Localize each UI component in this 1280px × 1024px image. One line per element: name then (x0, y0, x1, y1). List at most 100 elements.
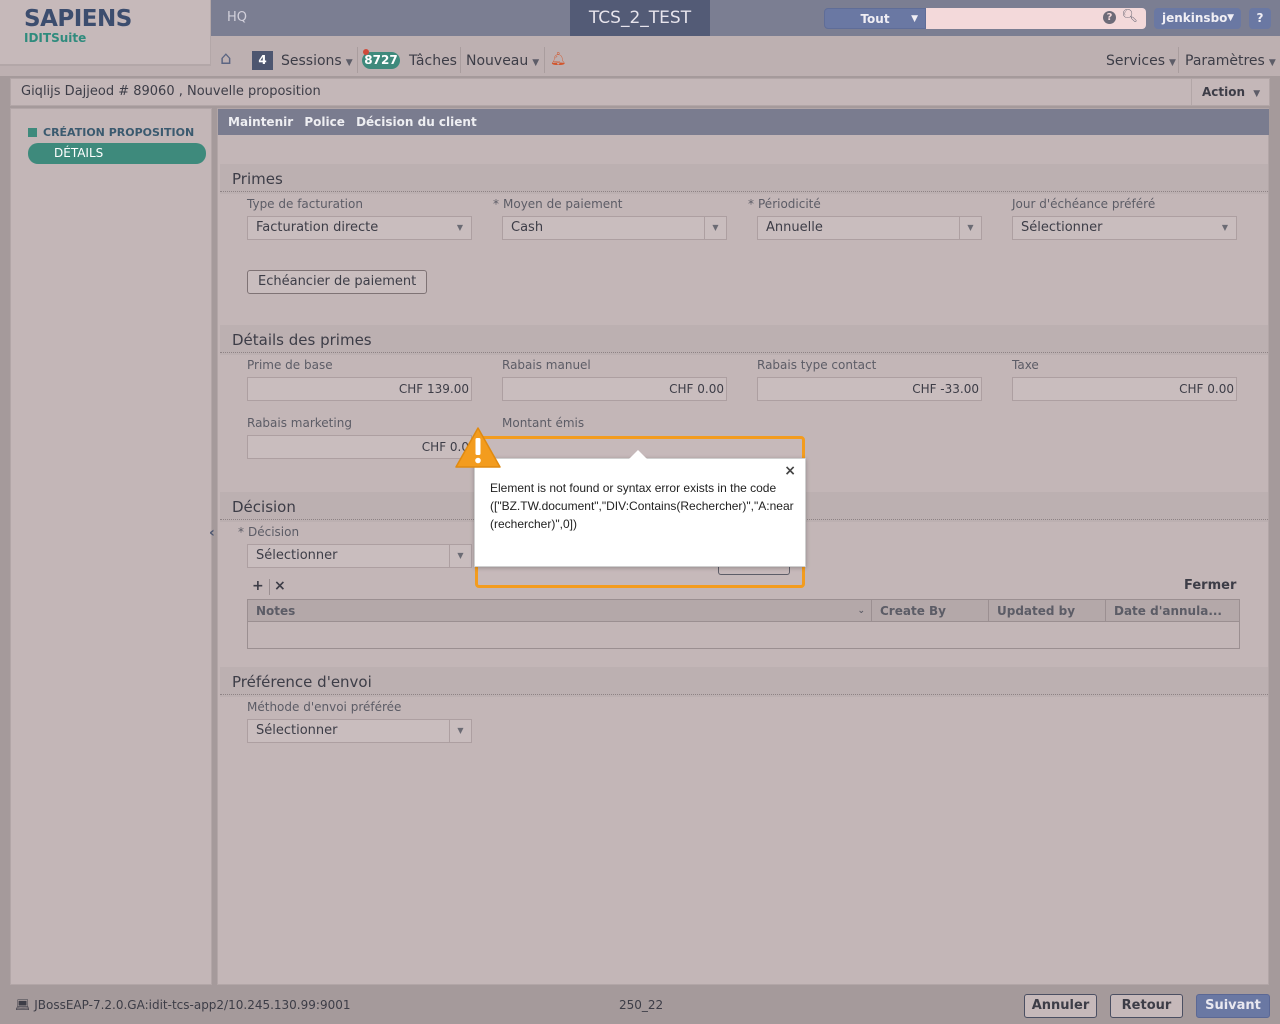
chevron-down-icon: ▼ (959, 217, 981, 239)
billing-type-label: Type de facturation (247, 197, 363, 211)
due-day-label: Jour d'échéance préféré (1012, 197, 1156, 211)
divider (220, 694, 1268, 695)
billing-type-select[interactable]: Facturation directe ▼ (247, 216, 472, 240)
payment-method-label-text: Moyen de paiement (503, 197, 623, 211)
manual-discount-field[interactable]: CHF 0.00 (502, 377, 727, 401)
logo[interactable]: SAPIENS IDITSuite (0, 0, 211, 66)
base-premium-field: CHF 139.00 (247, 377, 472, 401)
chevron-down-icon: ▼ (532, 58, 540, 68)
chevron-down-icon: ▼ (345, 58, 353, 68)
periodicity-label: * Périodicité (748, 197, 821, 211)
decision-label-text: Décision (248, 525, 300, 539)
nav-divider (1178, 47, 1179, 73)
periodicity-select[interactable]: Annuelle ▼ (757, 216, 982, 240)
server-text: JBossEAP-7.2.0.GA:idit-tcs-app2/10.245.1… (34, 998, 351, 1012)
user-menu[interactable]: jenkinsbo ▼ (1154, 8, 1241, 29)
cancel-button[interactable]: Annuler (1024, 994, 1097, 1018)
column-updated-by[interactable]: Updated by (989, 600, 1106, 622)
nav-divider (357, 47, 358, 73)
search-input[interactable]: ? 🔍︎ (926, 8, 1146, 29)
nav-divider (460, 47, 461, 73)
search-scope-label: Tout (860, 12, 890, 26)
contact-discount-field: CHF -33.00 (757, 377, 982, 401)
next-button[interactable]: Suivant (1196, 994, 1270, 1018)
periodicity-value: Annuelle (766, 220, 823, 235)
new-label: Nouveau (466, 53, 529, 69)
chevron-down-icon[interactable]: ⌄ (857, 600, 865, 622)
tasks-count-badge[interactable]: 8727 (362, 52, 400, 69)
home-icon[interactable]: ⌂ (220, 48, 231, 69)
services-label: Services (1106, 53, 1166, 69)
breadcrumb-item[interactable]: Police (304, 115, 345, 129)
new-menu[interactable]: Nouveau ▼ (466, 53, 539, 69)
payment-method-label: * Moyen de paiement (493, 197, 622, 211)
divider (220, 191, 1268, 192)
action-menu[interactable]: Action ▼ (1191, 79, 1269, 105)
section-heading-delivery: Préférence d'envoi (232, 673, 372, 691)
marketing-discount-label: Rabais marketing (247, 416, 352, 430)
required-mark: * (238, 525, 244, 539)
column-create-by[interactable]: Create By (872, 600, 989, 622)
services-menu[interactable]: Services ▼ (1106, 53, 1176, 69)
notification-dot (363, 49, 369, 55)
tooltip-arrow (629, 450, 647, 459)
notes-table-header: Notes ⌄ Create By Updated by Date d'annu… (248, 600, 1239, 622)
policy-title: Giqlijs Dajjeod # 89060 , Nouvelle propo… (21, 84, 321, 99)
logo-sub-text: IDITSuite (24, 31, 87, 45)
chevron-down-icon: ▼ (1169, 58, 1176, 68)
decision-select[interactable]: Sélectionner ▼ (247, 544, 472, 568)
delivery-method-label: Méthode d'envoi préférée (247, 700, 402, 714)
required-mark: * (748, 197, 754, 211)
sidebar-item-details[interactable]: DÉTAILS (28, 143, 206, 164)
billing-type-value: Facturation directe (256, 220, 379, 235)
add-note-button[interactable]: + (252, 578, 264, 594)
due-day-value: Sélectionner (1021, 220, 1103, 235)
periodicity-label-text: Périodicité (758, 197, 821, 211)
section-heading-primes: Primes (232, 170, 283, 188)
chevron-down-icon: ▼ (1221, 223, 1229, 232)
payment-schedule-button[interactable]: Echéancier de paiement (247, 270, 428, 294)
bell-icon[interactable]: 🔔︎ (550, 52, 567, 67)
chevron-down-icon: ▼ (456, 223, 464, 232)
payment-method-select[interactable]: Cash ▼ (502, 216, 727, 240)
hq-label[interactable]: HQ (227, 10, 247, 25)
help-button[interactable]: ? (1249, 8, 1271, 29)
section-heading-decision: Décision (232, 498, 296, 516)
due-day-select[interactable]: Sélectionner ▼ (1012, 216, 1237, 240)
search-icon[interactable]: 🔍︎ (1121, 9, 1138, 24)
column-notes[interactable]: Notes ⌄ (248, 600, 872, 622)
sessions-menu[interactable]: Sessions ▼ (281, 53, 353, 69)
column-cancel-date[interactable]: Date d'annula... (1106, 600, 1239, 622)
close-icon[interactable]: × (784, 463, 796, 479)
chevron-down-icon: ▼ (911, 14, 918, 24)
error-message: Element is not found or syntax error exi… (490, 481, 794, 531)
search-scope-dropdown[interactable]: Tout ▼ (824, 8, 926, 29)
chevron-left-icon[interactable]: ‹ (209, 525, 215, 541)
nav-divider (544, 47, 545, 73)
delivery-method-value: Sélectionner (256, 723, 338, 738)
back-button[interactable]: Retour (1110, 994, 1183, 1018)
column-header-label: Notes (256, 604, 296, 618)
chevron-down-icon: ▼ (1253, 89, 1261, 99)
chevron-down-icon: ▼ (1268, 58, 1276, 68)
section-header-bg (220, 164, 1268, 194)
decision-value: Sélectionner (256, 548, 338, 563)
settings-menu[interactable]: Paramètres ▼ (1185, 53, 1276, 69)
chevron-down-icon: ▼ (449, 545, 471, 567)
sessions-count-badge[interactable]: 4 (252, 51, 273, 70)
close-link[interactable]: Fermer (1184, 578, 1236, 593)
decision-label: * Décision (238, 525, 299, 539)
help-circle-icon[interactable]: ? (1103, 11, 1116, 24)
chevron-down-icon: ▼ (449, 720, 471, 742)
build-number: 250_22 (619, 998, 664, 1012)
tasks-link[interactable]: Tâches (409, 53, 457, 69)
delete-note-button[interactable]: × (274, 578, 286, 594)
breadcrumb-item[interactable]: Maintenir (228, 115, 293, 129)
notes-table: Notes ⌄ Create By Updated by Date d'annu… (247, 599, 1240, 649)
delivery-method-select[interactable]: Sélectionner ▼ (247, 719, 472, 743)
server-info: 💻︎ JBossEAP-7.2.0.GA:idit-tcs-app2/10.245… (15, 998, 350, 1012)
section-creation-proposition[interactable]: CRÉATION PROPOSITION (28, 126, 194, 139)
policy-header: Giqlijs Dajjeod # 89060 , Nouvelle propo… (10, 78, 1270, 106)
divider (220, 352, 1268, 353)
marketing-discount-field: CHF 0.0 (247, 435, 472, 459)
